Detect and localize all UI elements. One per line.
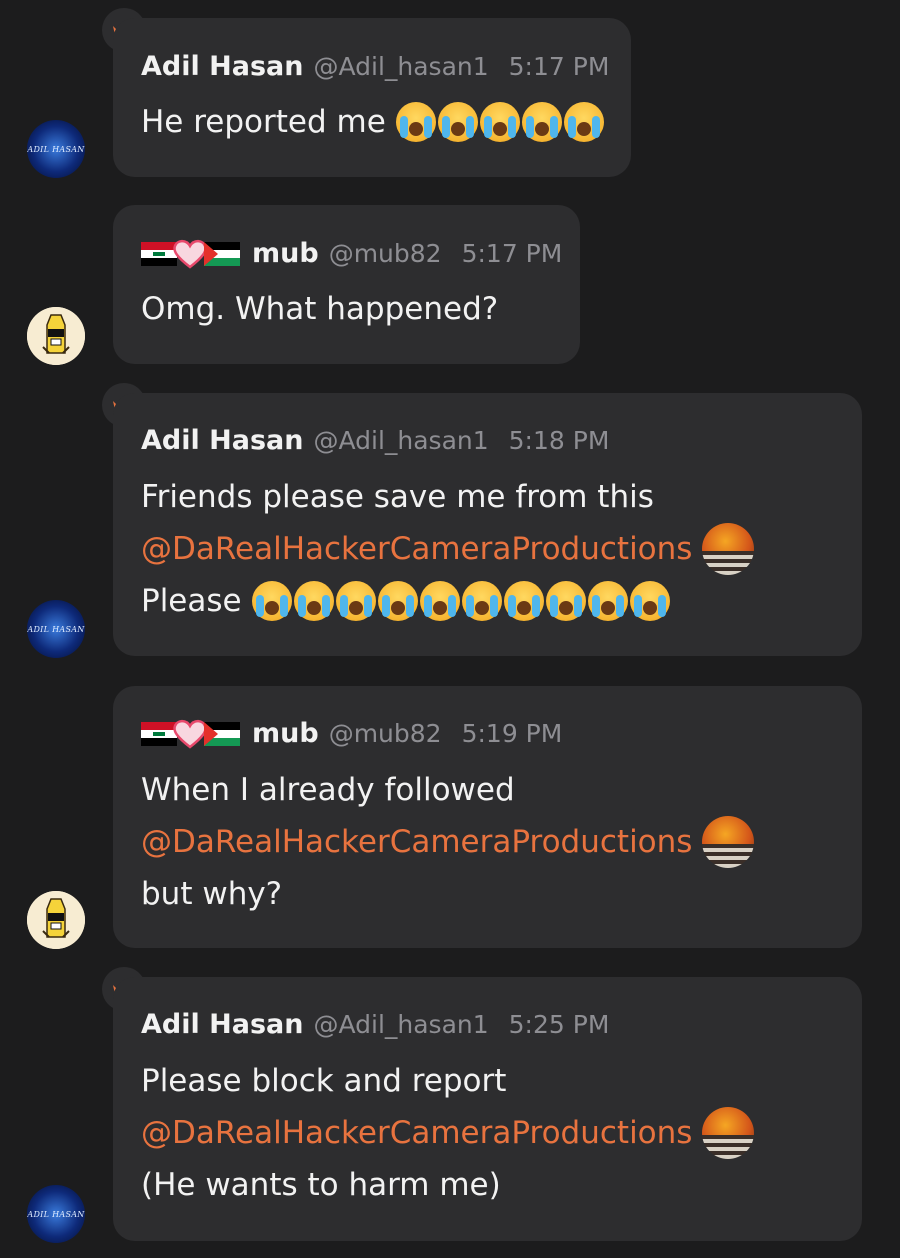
author-handle[interactable]: @Adil_hasan1 <box>313 1001 488 1049</box>
mention-link[interactable]: @DaRealHackerCameraProductions <box>141 1107 692 1159</box>
banana-avatar-icon <box>27 891 85 949</box>
emoji-row <box>395 102 606 142</box>
message-bubble[interactable]: Adil Hasan @Adil_hasan1 5:17 PM He repor… <box>113 18 631 177</box>
author-name[interactable]: Adil Hasan <box>141 1001 303 1049</box>
message-text: Please <box>141 583 242 619</box>
author-handle[interactable]: @Adil_hasan1 <box>313 417 488 465</box>
message-time: 5:25 PM <box>508 1010 610 1039</box>
message-text: Please block and report <box>141 1063 507 1099</box>
avatar[interactable]: ADIL HASAN <box>27 1185 85 1243</box>
message-time: 5:18 PM <box>508 426 610 455</box>
mention-link[interactable]: @DaRealHackerCameraProductions <box>141 523 692 575</box>
crying-face-icon <box>629 581 670 621</box>
crying-face-icon <box>545 581 586 621</box>
palestine-flag-icon <box>204 722 240 746</box>
crying-face-icon <box>377 581 418 621</box>
avatar[interactable] <box>27 307 85 365</box>
message-bubble[interactable]: Adil Hasan @Adil_hasan1 5:18 PM Friends … <box>113 393 862 656</box>
flags <box>141 239 240 269</box>
mention-avatar[interactable] <box>702 1107 755 1159</box>
message-time: 5:17 PM <box>508 52 610 81</box>
heart-icon <box>173 239 207 269</box>
avatar[interactable]: ADIL HASAN <box>27 600 85 658</box>
mention-link[interactable]: @DaRealHackerCameraProductions <box>141 816 692 868</box>
message-text: Omg. What happened? <box>141 291 499 327</box>
message-bubble[interactable]: mub @mub82 5:17 PM Omg. What happened? <box>113 205 580 364</box>
message-text: but why? <box>141 876 283 912</box>
crying-face-icon <box>293 581 334 621</box>
crying-face-icon <box>419 581 460 621</box>
crying-face-icon <box>437 102 478 142</box>
author-handle[interactable]: @Adil_hasan1 <box>313 43 488 91</box>
avatar-text: ADIL HASAN <box>27 144 85 154</box>
crying-face-icon <box>587 581 628 621</box>
crying-face-icon <box>251 581 292 621</box>
crying-face-icon <box>563 102 604 142</box>
mention-avatar[interactable] <box>702 816 755 868</box>
palestine-flag-icon <box>204 242 240 266</box>
message-bubble[interactable]: mub @mub82 5:19 PM When I already follow… <box>113 686 862 948</box>
message-bubble[interactable]: Adil Hasan @Adil_hasan1 5:25 PM Please b… <box>113 977 862 1241</box>
author-handle[interactable]: @mub82 <box>329 230 442 278</box>
crying-face-icon <box>479 102 520 142</box>
avatar[interactable]: ADIL HASAN <box>27 120 85 178</box>
crying-face-icon <box>503 581 544 621</box>
avatar[interactable] <box>27 891 85 949</box>
flags <box>141 719 240 749</box>
author-name[interactable]: Adil Hasan <box>141 43 303 91</box>
author-name[interactable]: mub <box>252 710 319 758</box>
avatar-text: ADIL HASAN <box>27 624 85 634</box>
emoji-row <box>251 581 672 621</box>
crying-face-icon <box>461 581 502 621</box>
iraq-flag-icon <box>141 722 177 746</box>
crying-face-icon <box>395 102 436 142</box>
message-time: 5:17 PM <box>461 239 563 268</box>
author-name[interactable]: Adil Hasan <box>141 417 303 465</box>
message-text: Friends please save me from this <box>141 479 654 515</box>
message-text: He reported me <box>141 104 386 140</box>
crying-face-icon <box>521 102 562 142</box>
author-name[interactable]: mub <box>252 230 319 278</box>
avatar-text: ADIL HASAN <box>27 1209 85 1219</box>
message-time: 5:19 PM <box>461 719 563 748</box>
banana-avatar-icon <box>27 307 85 365</box>
message-text: (He wants to harm me) <box>141 1167 501 1203</box>
heart-icon <box>173 719 207 749</box>
crying-face-icon <box>335 581 376 621</box>
author-handle[interactable]: @mub82 <box>329 710 442 758</box>
iraq-flag-icon <box>141 242 177 266</box>
mention-avatar[interactable] <box>702 523 755 575</box>
message-text: When I already followed <box>141 772 515 808</box>
